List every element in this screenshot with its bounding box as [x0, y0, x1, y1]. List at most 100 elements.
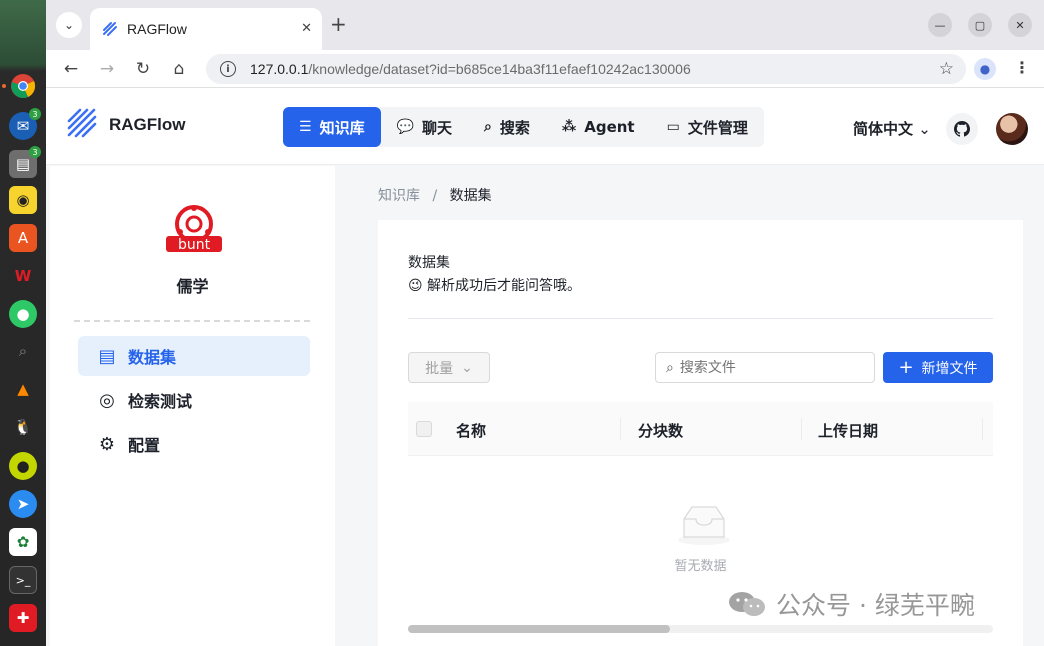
running-indicator — [2, 84, 6, 88]
ubuntu-dock: ✉ 3 ▤ 3 ◉ A W ● ⌕ ▲ 🐧 ● ➤ ✿ >_ ✚ — [0, 0, 46, 646]
watermark-text: 公众号 · 绿芜平畹 — [776, 591, 975, 620]
wechat-icon[interactable]: ● — [9, 300, 37, 328]
content-divider — [408, 318, 993, 319]
app-center-icon[interactable]: A — [9, 224, 37, 252]
scrollbar-thumb[interactable] — [408, 625, 670, 633]
tab-strip: ⌄ RAGFlow ✕ + — ▢ ✕ — [46, 0, 1044, 50]
graph-nodes-icon: ⁂ — [561, 119, 577, 135]
minimize-icon[interactable]: — — [928, 13, 952, 37]
browser-toolbar: ← → ↻ ⌂ i 127.0.0.1/knowledge/dataset?id… — [46, 50, 1044, 88]
target-icon: ◎ — [99, 389, 115, 411]
ragflow-app: RAGFlow ☰ 知识库 💬 聊天 ⌕ 搜索 ⁂ Agent ▭ 文件管理 简体中文 ⌄ — [46, 89, 1044, 646]
sidebar-item-label: 配置 — [128, 436, 161, 455]
nav-label: 文件管理 — [687, 118, 748, 137]
knowledge-base-name: 儒学 — [176, 277, 209, 296]
batch-dropdown[interactable]: 批量 ⌄ — [408, 352, 490, 383]
url-path: /knowledge/dataset?id=b685ce14ba3f11efae… — [308, 61, 691, 77]
close-tab-icon[interactable]: ✕ — [301, 21, 312, 36]
new-tab-icon[interactable]: + — [330, 14, 347, 34]
knowledge-base-avatar: bunt — [166, 205, 222, 253]
terminal-icon[interactable]: >_ — [9, 566, 37, 594]
bookmark-star-icon[interactable]: ☆ — [939, 59, 954, 79]
sidebar-item-label: 数据集 — [128, 348, 177, 367]
site-info-icon[interactable]: i — [220, 61, 236, 77]
nav-file-management[interactable]: ▭ 文件管理 — [651, 107, 764, 147]
search-app-icon[interactable]: ⌕ — [9, 337, 37, 365]
column-header-upload-date[interactable]: 上传日期 — [818, 420, 878, 441]
feishu-icon[interactable]: ➤ — [9, 490, 37, 518]
nav-agent[interactable]: ⁂ Agent — [546, 107, 651, 147]
column-divider — [982, 418, 983, 440]
rhythmbox-icon[interactable]: ◉ — [9, 186, 37, 214]
tab-search-button[interactable]: ⌄ — [56, 12, 82, 38]
qq-icon[interactable]: 🐧 — [9, 413, 37, 441]
breadcrumb: 知识库 / 数据集 — [378, 185, 492, 205]
browser-menu-icon[interactable]: ⋮ — [1014, 58, 1030, 77]
chevron-down-icon: ⌄ — [461, 359, 473, 376]
red-app-icon[interactable]: ✚ — [9, 604, 37, 632]
vlc-icon[interactable]: ▲ — [9, 375, 37, 403]
browser-window: ⌄ RAGFlow ✕ + — ▢ ✕ ← → ↻ ⌂ i 127.0.0.1/… — [46, 0, 1044, 646]
breadcrumb-separator: / — [432, 188, 438, 204]
main-nav: ☰ 知识库 💬 聊天 ⌕ 搜索 ⁂ Agent ▭ 文件管理 — [283, 107, 764, 147]
back-arrow-icon[interactable]: ← — [60, 58, 82, 80]
thunderbird-icon[interactable]: ✉ 3 — [9, 108, 41, 140]
brand-name[interactable]: RAGFlow — [109, 115, 186, 135]
mindmap-icon[interactable]: ✿ — [9, 528, 37, 556]
ragflow-favicon-icon — [103, 22, 117, 36]
watermark: 公众号 · 绿芜平畹 — [728, 586, 975, 622]
nav-chat[interactable]: 💬 聊天 — [381, 107, 468, 147]
search-input[interactable] — [679, 359, 860, 376]
search-files-field[interactable]: ⌕ — [655, 352, 875, 383]
breadcrumb-current: 数据集 — [449, 188, 492, 204]
close-window-icon[interactable]: ✕ — [1008, 13, 1032, 37]
wps-icon[interactable]: W — [9, 262, 37, 290]
database-icon: ☰ — [299, 119, 312, 135]
nav-label: 聊天 — [422, 118, 453, 137]
breadcrumb-root[interactable]: 知识库 — [378, 188, 420, 204]
dataset-panel: 数据集 😉 解析成功后才能问答哦。 批量 ⌄ ⌕ + 新增文件 名称 分块数 — [378, 220, 1023, 646]
reload-icon[interactable]: ↻ — [132, 58, 154, 80]
green-app-icon[interactable]: ● — [9, 452, 37, 480]
user-avatar[interactable] — [996, 113, 1028, 145]
browser-tab[interactable]: RAGFlow ✕ — [90, 8, 322, 50]
nav-search[interactable]: ⌕ 搜索 — [468, 107, 546, 147]
column-divider — [620, 418, 621, 440]
nav-knowledge-base[interactable]: ☰ 知识库 — [283, 107, 381, 147]
sidebar-item-label: 检索测试 — [128, 392, 193, 411]
address-bar[interactable]: i 127.0.0.1/knowledge/dataset?id=b685ce1… — [206, 54, 966, 84]
language-selector[interactable]: 简体中文 ⌄ — [853, 118, 931, 139]
forward-arrow-icon[interactable]: → — [96, 58, 118, 80]
sidebar-item-dataset[interactable]: ▤ 数据集 — [78, 336, 310, 376]
column-header-name[interactable]: 名称 — [456, 420, 486, 441]
knowledge-sidebar: bunt 儒学 ▤ 数据集 ◎ 检索测试 ⚙ 配置 — [50, 166, 335, 646]
horizontal-scrollbar[interactable] — [408, 625, 993, 633]
column-divider — [801, 418, 802, 440]
folder-icon: ▭ — [666, 119, 680, 135]
chrome-icon[interactable] — [9, 72, 37, 100]
sidebar-item-retrieval-test[interactable]: ◎ 检索测试 — [78, 380, 310, 420]
page-description: 😉 解析成功后才能问答哦。 — [408, 278, 582, 294]
document-icon: ▤ — [98, 345, 116, 367]
url-text[interactable]: 127.0.0.1/knowledge/dataset?id=b685ce14b… — [250, 61, 691, 77]
maximize-icon[interactable]: ▢ — [968, 13, 992, 37]
files-icon[interactable]: ▤ 3 — [9, 146, 41, 178]
app-header: RAGFlow ☰ 知识库 💬 聊天 ⌕ 搜索 ⁂ Agent ▭ 文件管理 简体中文 ⌄ — [46, 89, 1044, 165]
profile-icon[interactable]: ● — [974, 58, 996, 80]
language-label: 简体中文 — [853, 120, 914, 138]
search-icon: ⌕ — [484, 119, 492, 135]
empty-inbox-icon — [678, 506, 730, 545]
nav-label: Agent — [584, 118, 635, 136]
wechat-watermark-icon — [729, 592, 765, 616]
nav-label: 知识库 — [319, 118, 365, 137]
add-file-button[interactable]: + 新增文件 — [883, 352, 993, 383]
kb-logo-text: bunt — [178, 237, 211, 253]
ragflow-logo-icon[interactable] — [66, 107, 98, 139]
home-icon[interactable]: ⌂ — [168, 58, 190, 80]
table-header: 名称 分块数 上传日期 — [408, 402, 993, 456]
sidebar-item-configuration[interactable]: ⚙ 配置 — [78, 424, 310, 464]
column-header-chunk-count[interactable]: 分块数 — [638, 420, 683, 441]
select-all-checkbox[interactable] — [416, 421, 432, 437]
github-icon[interactable] — [946, 113, 978, 145]
tab-title: RAGFlow — [127, 21, 187, 37]
